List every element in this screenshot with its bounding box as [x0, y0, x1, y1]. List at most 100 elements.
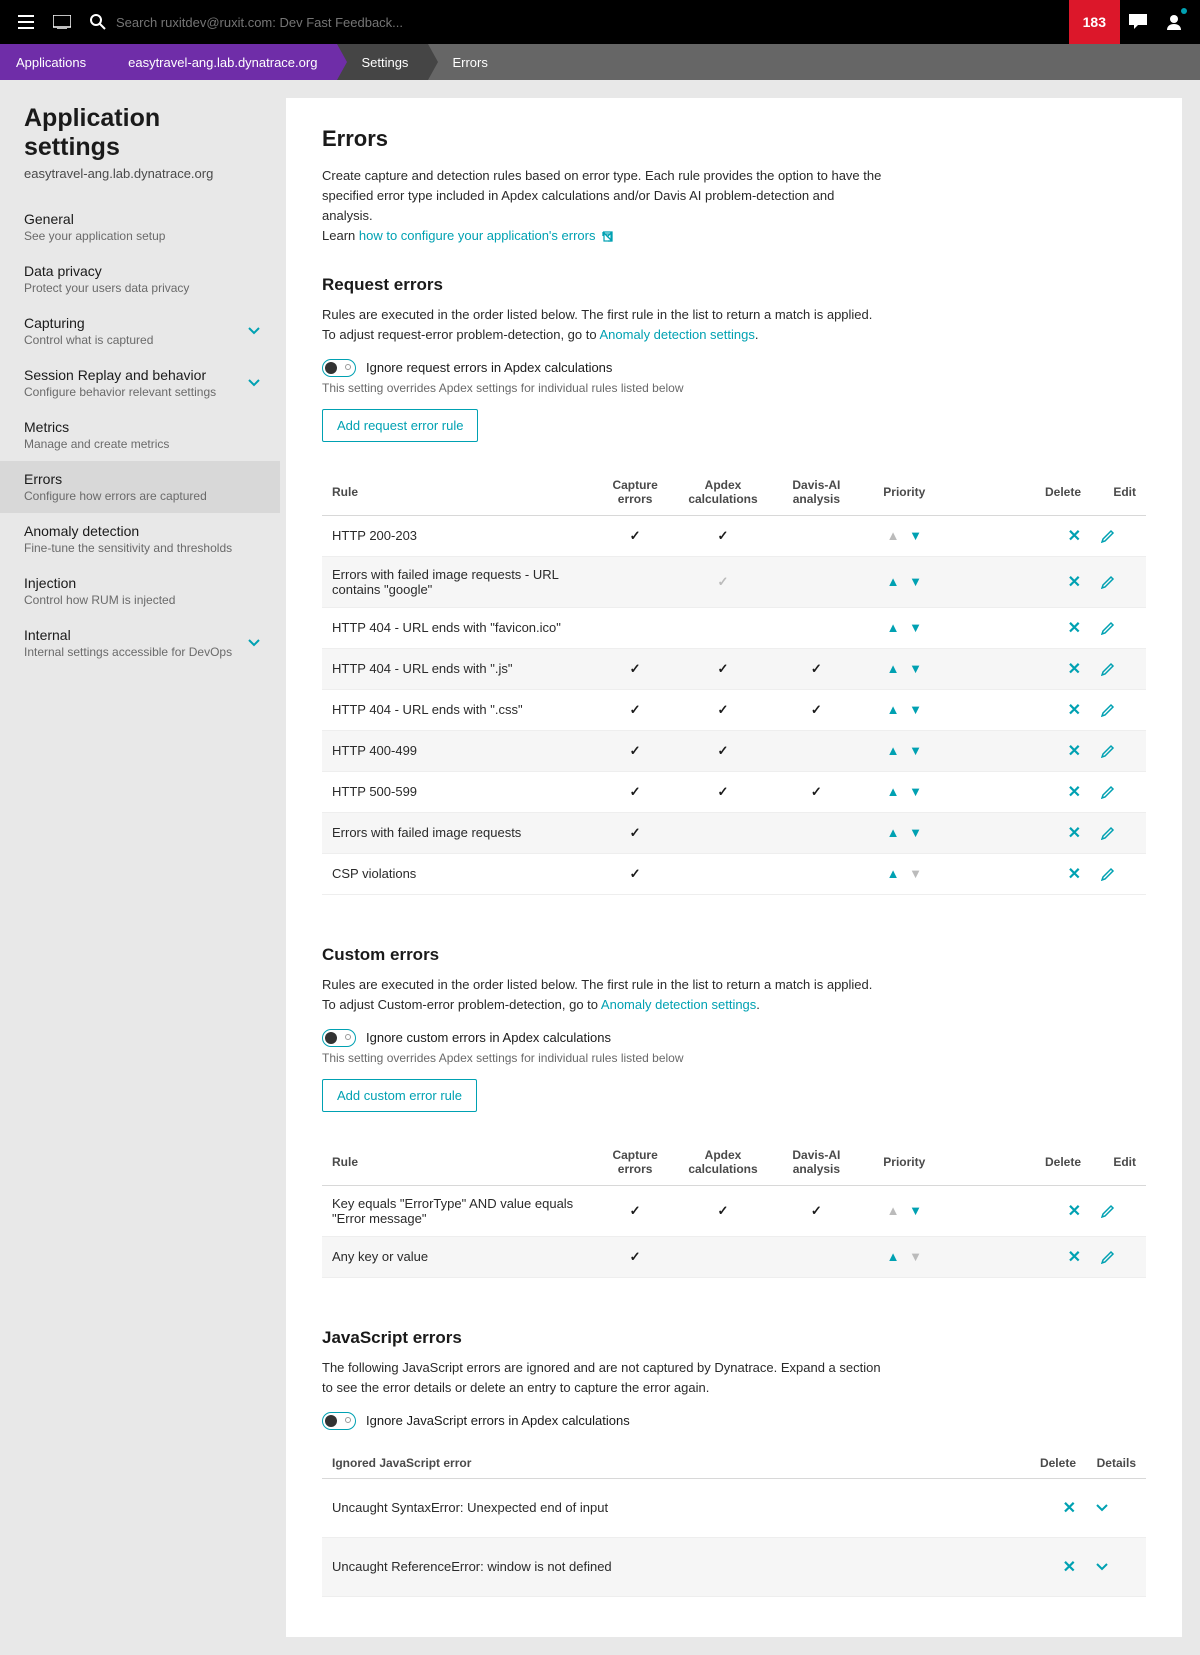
custom-anomaly-link[interactable]: Anomaly detection settings: [601, 997, 756, 1012]
search-icon[interactable]: [80, 0, 116, 44]
priority-up-icon[interactable]: ▲: [884, 620, 903, 635]
table-row: HTTP 200-203 ✓ ✓ ▲ ▼ ✕: [322, 515, 1146, 556]
edit-button[interactable]: [1101, 621, 1136, 635]
notification-badge[interactable]: 183: [1069, 0, 1120, 44]
th-js-details: Details: [1086, 1448, 1146, 1479]
content: Errors Create capture and detection rule…: [286, 98, 1182, 1637]
chevron-down-icon[interactable]: [248, 327, 260, 335]
delete-button[interactable]: ✕: [1068, 702, 1081, 719]
add-request-rule-button[interactable]: Add request error rule: [322, 409, 478, 442]
priority-up-icon[interactable]: ▲: [884, 1249, 903, 1264]
custom-ignore-toggle[interactable]: [322, 1029, 356, 1047]
breadcrumb: Applications easytravel-ang.lab.dynatrac…: [0, 44, 1200, 80]
priority-cell: ▲ ▼: [860, 556, 948, 607]
priority-cell: ▲ ▼: [860, 689, 948, 730]
sidebar-item-metrics[interactable]: Metrics Manage and create metrics: [0, 409, 280, 461]
sidebar-item-session-replay-and-behavior[interactable]: Session Replay and behavior Configure be…: [0, 357, 280, 409]
delete-button[interactable]: ✕: [1063, 1500, 1076, 1517]
priority-down-icon[interactable]: ▼: [906, 825, 925, 840]
sidebar-item-injection[interactable]: Injection Control how RUM is injected: [0, 565, 280, 617]
apdex-cell: [674, 607, 773, 648]
delete-button[interactable]: ✕: [1068, 574, 1081, 591]
delete-button[interactable]: ✕: [1068, 528, 1081, 545]
sidebar-item-data-privacy[interactable]: Data privacy Protect your users data pri…: [0, 253, 280, 305]
sidebar-item-errors[interactable]: Errors Configure how errors are captured: [0, 461, 280, 513]
edit-cell: [1091, 1236, 1146, 1277]
request-ignore-toggle[interactable]: [322, 359, 356, 377]
request-anomaly-link[interactable]: Anomaly detection settings: [599, 327, 754, 342]
edit-button[interactable]: [1101, 744, 1136, 758]
edit-button[interactable]: [1101, 785, 1136, 799]
chat-icon[interactable]: [1120, 0, 1156, 44]
priority-up-icon[interactable]: ▲: [884, 825, 903, 840]
edit-button[interactable]: [1101, 529, 1136, 543]
priority-down-icon[interactable]: ▼: [906, 702, 925, 717]
davis-cell: ✓: [772, 1185, 860, 1236]
edit-button[interactable]: [1101, 1204, 1136, 1218]
crumb-settings[interactable]: Settings: [337, 44, 428, 80]
request-errors-desc: Rules are executed in the order listed b…: [322, 305, 882, 345]
priority-down-icon[interactable]: ▼: [906, 743, 925, 758]
sidebar-item-label: Capturing: [24, 315, 256, 331]
dashboard-icon[interactable]: [44, 0, 80, 44]
priority-down-icon[interactable]: ▼: [906, 620, 925, 635]
priority-cell: ▲ ▼: [860, 515, 948, 556]
rule-cell: HTTP 500-599: [322, 771, 597, 812]
priority-up-icon[interactable]: ▲: [884, 574, 903, 589]
sidebar-item-internal[interactable]: Internal Internal settings accessible fo…: [0, 617, 280, 669]
priority-up-icon[interactable]: ▲: [884, 866, 903, 881]
add-custom-rule-button[interactable]: Add custom error rule: [322, 1079, 477, 1112]
edit-button[interactable]: [1101, 662, 1136, 676]
th-rule: Rule: [322, 470, 597, 515]
apdex-cell: ✓: [674, 515, 773, 556]
chevron-down-icon[interactable]: [1096, 1489, 1136, 1527]
delete-button[interactable]: ✕: [1068, 784, 1081, 801]
th-edit: Edit: [1091, 1140, 1146, 1185]
js-ignore-toggle[interactable]: [322, 1412, 356, 1430]
chevron-down-icon[interactable]: [248, 379, 260, 387]
delete-button[interactable]: ✕: [1068, 825, 1081, 842]
sidebar-item-general[interactable]: General See your application setup: [0, 201, 280, 253]
apdex-cell: ✓: [674, 689, 773, 730]
check-icon: ✓: [630, 1203, 641, 1218]
priority-down-icon[interactable]: ▼: [906, 1203, 925, 1218]
delete-cell: ✕: [948, 1185, 1091, 1236]
delete-button[interactable]: ✕: [1068, 743, 1081, 760]
priority-up-icon[interactable]: ▲: [884, 661, 903, 676]
edit-button[interactable]: [1101, 867, 1136, 881]
search-input[interactable]: [116, 15, 516, 30]
th-davis: Davis-AIanalysis: [772, 1140, 860, 1185]
menu-icon[interactable]: [8, 0, 44, 44]
delete-button[interactable]: ✕: [1068, 866, 1081, 883]
delete-button[interactable]: ✕: [1063, 1559, 1076, 1576]
priority-down-icon[interactable]: ▼: [906, 784, 925, 799]
user-icon[interactable]: [1156, 0, 1192, 44]
crumb-app[interactable]: easytravel-ang.lab.dynatrace.org: [106, 44, 337, 80]
apdex-cell: ✓: [674, 556, 773, 607]
priority-down-icon[interactable]: ▼: [906, 574, 925, 589]
chevron-down-icon[interactable]: [1096, 1548, 1136, 1586]
details-cell: [1086, 1478, 1146, 1537]
delete-button[interactable]: ✕: [1068, 661, 1081, 678]
delete-button[interactable]: ✕: [1068, 1249, 1081, 1266]
crumb-applications[interactable]: Applications: [0, 44, 106, 80]
edit-button[interactable]: [1101, 703, 1136, 717]
edit-button[interactable]: [1101, 826, 1136, 840]
priority-up-icon[interactable]: ▲: [884, 784, 903, 799]
edit-cell: [1091, 607, 1146, 648]
priority-down-icon[interactable]: ▼: [906, 661, 925, 676]
delete-button[interactable]: ✕: [1068, 620, 1081, 637]
learn-link[interactable]: how to configure your application's erro…: [359, 228, 596, 243]
check-icon: ✓: [811, 784, 822, 799]
th-capture: Captureerrors: [597, 1140, 674, 1185]
sidebar-item-anomaly-detection[interactable]: Anomaly detection Fine-tune the sensitiv…: [0, 513, 280, 565]
delete-button[interactable]: ✕: [1068, 1203, 1081, 1220]
edit-button[interactable]: [1101, 575, 1136, 589]
priority-down-icon[interactable]: ▼: [906, 528, 925, 543]
priority-cell: ▲ ▼: [860, 1185, 948, 1236]
sidebar-item-capturing[interactable]: Capturing Control what is captured: [0, 305, 280, 357]
priority-up-icon[interactable]: ▲: [884, 743, 903, 758]
priority-up-icon[interactable]: ▲: [884, 702, 903, 717]
chevron-down-icon[interactable]: [248, 639, 260, 647]
edit-button[interactable]: [1101, 1250, 1136, 1264]
